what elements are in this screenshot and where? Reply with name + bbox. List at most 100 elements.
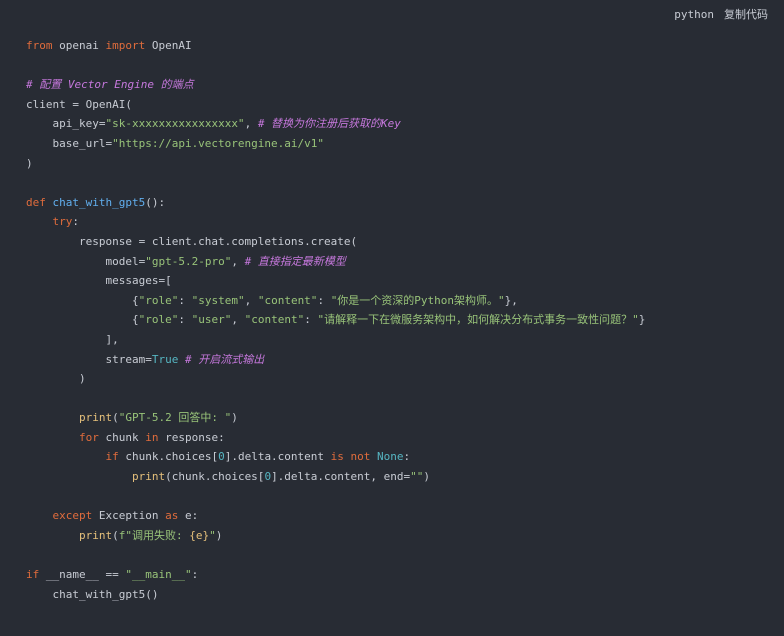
code-token: as	[165, 509, 179, 523]
code-line: )	[26, 154, 645, 174]
code-token: client = OpenAI(	[26, 97, 132, 111]
code-token: "content"	[257, 293, 318, 307]
code-token: {e}	[189, 528, 210, 542]
code-token: "	[209, 528, 216, 542]
code-token: api_key=	[26, 117, 106, 131]
code-token: ],	[26, 332, 119, 346]
code-token: 0	[218, 450, 225, 464]
code-token: :	[403, 450, 411, 464]
code-token: if	[26, 568, 40, 582]
code-token: "sk-xxxxxxxxxxxxxxxx"	[105, 117, 245, 131]
code-line: if chunk.choices[0].delta.content is not…	[26, 447, 645, 467]
copy-code-button[interactable]: 复制代码	[724, 6, 768, 22]
code-line: client = OpenAI(	[26, 95, 645, 115]
code-token: # 直接指定最新模型	[244, 254, 346, 268]
code-token: chat_with_gpt5	[52, 195, 146, 209]
code-token: OpenAI	[145, 39, 192, 52]
code-line: model="gpt-5.2-pro", # 直接指定最新模型	[26, 252, 645, 272]
code-token: # 开启流式输出	[184, 352, 265, 366]
code-token: # 配置 Vector Engine 的端点	[26, 78, 194, 92]
code-token: print	[78, 528, 113, 542]
code-token: import	[105, 39, 146, 52]
code-token: :	[178, 313, 192, 327]
code-line: if __name__ == "__main__":	[26, 565, 645, 585]
code-token: if	[105, 450, 119, 464]
code-token: "请解释一下在微服务架构中，如何解决分布式事务一致性问题？"	[317, 313, 639, 327]
code-line: print("GPT-5.2 回答中: ")	[26, 408, 645, 428]
code-token: True	[151, 352, 179, 366]
code-token: print	[131, 470, 166, 484]
code-token: :	[191, 568, 199, 582]
code-line: try:	[26, 212, 645, 232]
code-token: print	[78, 411, 113, 425]
code-token: )	[215, 528, 223, 542]
code-token: ,	[244, 117, 258, 131]
code-line: {"role": "user", "content": "请解释一下在微服务架构…	[26, 310, 645, 330]
code-token: "GPT-5.2 回答中: "	[118, 411, 232, 425]
code-line: print(chunk.choices[0].delta.content, en…	[26, 467, 645, 487]
code-token: }	[638, 313, 646, 327]
code-line: chat_with_gpt5()	[26, 585, 645, 605]
code-line: print(f"调用失败: {e}")	[26, 526, 645, 546]
code-token: :	[72, 215, 79, 229]
code-token: {	[26, 293, 139, 307]
code-line: messages=[	[26, 271, 645, 291]
code-token: "system"	[191, 293, 245, 307]
code-token: "role"	[138, 313, 179, 327]
code-token: ,	[231, 313, 245, 327]
code-token: ,	[244, 293, 258, 307]
code-token: )	[231, 411, 238, 425]
code-token: is not	[330, 450, 371, 464]
code-token: "__main__"	[125, 568, 192, 582]
code-token: from	[26, 39, 53, 52]
code-token: ].delta.content	[224, 450, 331, 464]
code-token: # 替换为你注册后获取的Key	[257, 117, 401, 131]
code-line: stream=True # 开启流式输出	[26, 350, 645, 370]
code-token: "https://api.vectorengine.ai/v1"	[112, 136, 325, 150]
code-token: },	[504, 293, 518, 307]
code-token: :	[178, 293, 192, 307]
code-line: {"role": "system", "content": "你是一个资深的Py…	[26, 291, 645, 311]
code-token: messages=[	[26, 274, 172, 288]
code-line: except Exception as e:	[26, 506, 645, 526]
code-token: def	[26, 195, 46, 209]
code-token: None	[377, 450, 404, 464]
code-token: stream=	[26, 352, 152, 366]
code-line: from openai import OpenAI	[26, 36, 645, 56]
code-token: ].delta.content, end=	[271, 470, 411, 484]
code-content: from openai import OpenAI # 配置 Vector Eng…	[26, 36, 645, 604]
code-token: (	[112, 411, 119, 425]
code-line: response = client.chat.completions.creat…	[26, 232, 645, 252]
code-token: try	[52, 215, 73, 229]
code-token: response:	[158, 430, 225, 444]
code-token: )	[423, 470, 431, 484]
code-token: __name__ ==	[39, 568, 126, 582]
code-line: )	[26, 369, 645, 389]
code-line: for chunk in response:	[26, 428, 645, 448]
code-token: base_url=	[26, 136, 113, 150]
code-token: {	[26, 313, 139, 327]
language-label: python	[674, 7, 714, 21]
code-token: model=	[26, 254, 146, 268]
code-token: )	[26, 372, 86, 386]
code-token: ():	[145, 195, 166, 209]
code-token: ""	[410, 470, 424, 484]
code-token: "gpt-5.2-pro"	[145, 254, 232, 268]
code-token: :	[304, 313, 318, 327]
code-token: in	[145, 430, 159, 444]
code-line: ],	[26, 330, 645, 350]
code-token: openai	[52, 39, 106, 52]
code-toolbar: python 复制代码	[674, 6, 768, 22]
code-token: f"调用失败:	[118, 528, 190, 542]
code-token: ,	[231, 254, 245, 268]
code-token: e:	[178, 509, 199, 523]
code-token: "user"	[191, 313, 232, 327]
